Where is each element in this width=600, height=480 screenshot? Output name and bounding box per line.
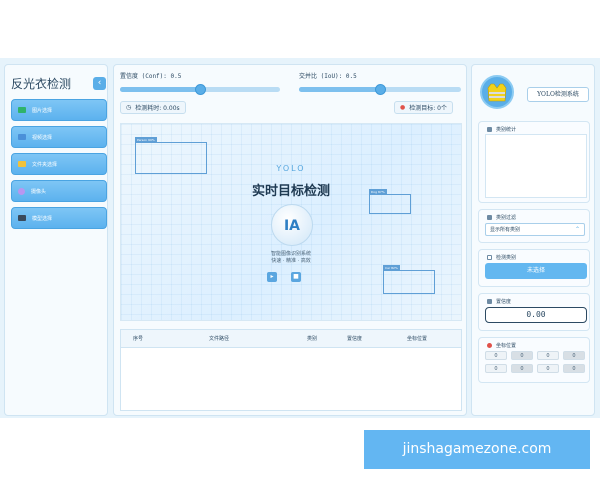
column-header[interactable]: 类别 xyxy=(307,335,317,342)
app-title: 反光衣检测 xyxy=(11,77,72,91)
nav-model-select[interactable]: 模型选择 xyxy=(11,207,107,229)
confidence-icon xyxy=(487,299,492,304)
detect-targets-text: 检测目标: 0个 xyxy=(409,105,447,112)
safety-vest-icon xyxy=(487,83,507,102)
category-filter-card: 类别过滤 显示所有类别 ⌃ xyxy=(478,209,590,243)
coordinates-card: 坐标位置 0 0 0 0 0 0 0 0 xyxy=(478,337,590,383)
stats-icon xyxy=(487,127,492,132)
nav-label: 图片选择 xyxy=(32,107,53,114)
results-table: 序号 文件路径 类别 置信度 坐标位置 xyxy=(120,329,462,411)
play-icon[interactable]: ▸ xyxy=(267,272,277,282)
app-window: 反光衣检测 ‹ 图片选择 视频选择 文件夹选择 摄像头 模型选择 置信度 (Co… xyxy=(0,58,600,418)
category-stats-card: 类别统计 xyxy=(478,121,590,203)
column-header[interactable]: 文件路径 xyxy=(209,335,229,342)
conf-slider[interactable] xyxy=(120,84,280,95)
view-title: 实时目标检测 xyxy=(251,184,330,199)
category-filter-value: 显示所有类别 xyxy=(490,227,521,233)
detect-time-chip: ◷ 检测耗时: 0.00s xyxy=(120,101,186,114)
detect-class-card: 检测类别 未选择 xyxy=(478,249,590,287)
target-icon: ● xyxy=(400,104,406,111)
model-icon xyxy=(18,215,26,221)
card-header: 类别统计 xyxy=(487,126,516,133)
column-header[interactable]: 序号 xyxy=(133,335,143,342)
card-header: 坐标位置 xyxy=(487,342,516,349)
conf-slider-thumb[interactable] xyxy=(195,84,206,95)
column-header[interactable]: 坐标位置 xyxy=(407,335,427,342)
nav-folder-select[interactable]: 文件夹选择 xyxy=(11,153,107,175)
view-brand: YOLO xyxy=(276,164,306,173)
coord-field: 0 xyxy=(485,351,507,360)
iou-slider[interactable] xyxy=(299,84,461,95)
iou-slider-thumb[interactable] xyxy=(375,84,386,95)
nav-label: 视频选择 xyxy=(32,134,53,141)
folder-icon xyxy=(18,161,26,167)
video-icon xyxy=(18,134,26,140)
view-tagline: 快速 · 精准 · 高效 xyxy=(271,258,311,264)
detect-time-text: 检测耗时: 0.00s xyxy=(135,105,180,112)
card-header: 置信度 xyxy=(487,298,511,305)
coord-field: 0 xyxy=(537,364,559,373)
detect-targets-chip: ● 检测目标: 0个 xyxy=(394,101,453,114)
nav-label: 文件夹选择 xyxy=(32,161,58,168)
chevron-down-icon: ⌃ xyxy=(574,226,580,233)
camera-icon xyxy=(18,187,25,195)
image-icon xyxy=(18,107,26,113)
card-header: 类别过滤 xyxy=(487,214,516,221)
detection-box: Car 82% xyxy=(383,265,435,294)
nav-image-select[interactable]: 图片选择 xyxy=(11,99,107,121)
card-header: 检测类别 xyxy=(487,254,516,261)
location-icon xyxy=(487,343,492,348)
coord-field: 0 xyxy=(537,351,559,360)
category-stats-area xyxy=(485,134,587,198)
conf-slider-label: 置信度 (Conf): 0.5 xyxy=(120,73,182,80)
main-panel: 置信度 (Conf): 0.5 交并比 (IoU): 0.5 ◷ 检测耗时: 0… xyxy=(113,64,467,416)
nav-video-select[interactable]: 视频选择 xyxy=(11,126,107,148)
detection-view: Person 90% Dog 87% Car 82% YOLO 实时目标检测 I… xyxy=(120,123,462,321)
clock-icon: ◷ xyxy=(126,104,132,111)
category-filter-select[interactable]: 显示所有类别 ⌃ xyxy=(485,223,585,236)
confidence-card: 置信度 0.00 xyxy=(478,293,590,331)
ai-logo-icon: IA xyxy=(271,204,313,246)
results-table-header: 序号 文件路径 类别 置信度 坐标位置 xyxy=(121,330,461,348)
class-select-button[interactable]: 未选择 xyxy=(485,263,587,279)
checkbox-icon xyxy=(487,255,492,260)
coord-field: 0 xyxy=(485,364,507,373)
coord-field: 0 xyxy=(563,364,585,373)
left-sidebar: 反光衣检测 ‹ 图片选择 视频选择 文件夹选择 摄像头 模型选择 xyxy=(4,64,108,416)
conf-slider-fill xyxy=(120,87,200,92)
column-header[interactable]: 置信度 xyxy=(347,335,362,342)
system-title-button[interactable]: YOLO检测系统 xyxy=(527,87,589,102)
coord-field: 0 xyxy=(511,364,533,373)
iou-slider-label: 交并比 (IoU): 0.5 xyxy=(299,73,357,80)
collapse-sidebar-button[interactable]: ‹ xyxy=(93,77,106,90)
nav-camera[interactable]: 摄像头 xyxy=(11,180,107,202)
watermark-banner: jinshagamezone.com xyxy=(364,430,590,469)
right-panel: YOLO检测系统 类别统计 类别过滤 显示所有类别 ⌃ 检测类别 未选择 置信度… xyxy=(471,64,595,416)
nav-label: 摄像头 xyxy=(31,188,47,195)
confidence-display: 0.00 xyxy=(485,307,587,323)
avatar xyxy=(480,75,514,109)
coord-field: 0 xyxy=(511,351,533,360)
nav-label: 模型选择 xyxy=(32,215,53,222)
iou-slider-fill xyxy=(299,87,380,92)
view-subtitle: 智能图像识别系统 xyxy=(270,251,311,257)
detection-box-label: Person 90% xyxy=(135,137,157,143)
detection-box-label: Car 82% xyxy=(383,265,400,271)
filter-icon xyxy=(487,215,492,220)
stop-icon[interactable]: ■ xyxy=(291,272,301,282)
coord-field: 0 xyxy=(563,351,585,360)
